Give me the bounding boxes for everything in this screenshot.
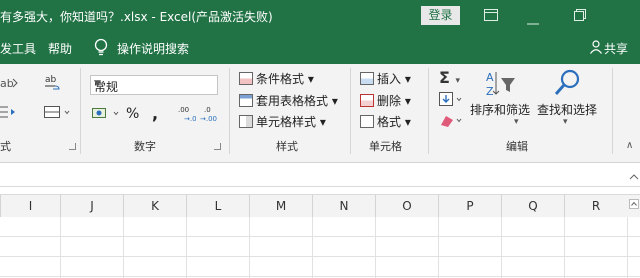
svg-text:→.0: →.0 — [184, 115, 196, 122]
tell-me-search[interactable]: 操作说明搜索 — [117, 40, 189, 57]
cell-styles-icon — [239, 115, 253, 128]
restore-icon[interactable] — [574, 9, 586, 23]
format-cells-icon — [360, 115, 374, 128]
column-header[interactable]: M — [249, 195, 312, 217]
menu-bar: 发工具 帮助 操作说明搜索 共享 — [0, 32, 640, 64]
cell-styles-button[interactable]: 单元格样式 ▾ — [239, 113, 326, 130]
column-header[interactable]: K — [123, 195, 186, 217]
format-as-table-button[interactable]: 套用表格格式 ▾ — [239, 92, 338, 109]
magnifier-icon — [553, 68, 581, 101]
column-header[interactable]: I — [0, 195, 60, 217]
svg-text:ab: ab — [45, 75, 57, 85]
increase-decimal-icon[interactable]: .00 →.0 — [178, 104, 197, 125]
column-header[interactable]: R — [564, 195, 627, 217]
format-cells-label: 格式 — [377, 115, 402, 129]
svg-text:.00: .00 — [178, 106, 189, 114]
conditional-format-icon — [239, 72, 253, 85]
clear-icon[interactable] — [439, 113, 463, 130]
window-title: 有多强大，你知道吗？.xlsx - Excel(产品激活失败) — [0, 10, 273, 24]
share-button[interactable]: 共享 — [604, 40, 628, 57]
minimize-icon[interactable] — [527, 15, 539, 27]
number-format-select[interactable]: 常规 ▼ — [90, 75, 218, 95]
cell-styles-label: 单元格样式 — [256, 115, 317, 129]
merge-center-icon[interactable] — [44, 105, 70, 122]
comma-style-button[interactable]: , — [152, 104, 158, 123]
column-headers: I J K L M N O P Q R — [0, 194, 640, 218]
formula-expand-icon[interactable] — [628, 170, 640, 186]
sort-filter-button[interactable]: 排序和筛选 — [470, 101, 530, 118]
column-header[interactable]: J — [60, 195, 123, 217]
svg-text:ab: ab — [0, 77, 14, 90]
person-icon — [590, 40, 602, 57]
ribbon: ab ab 式 常规 ▼ % , .00 →.0 .0 →.00 数字 条件格式 ▾… — [0, 64, 640, 163]
autosum-icon[interactable]: Σ ▾ — [439, 68, 460, 87]
svg-text:A: A — [486, 71, 494, 84]
chevron-down-icon: ▾ — [514, 117, 519, 127]
format-cells-button[interactable]: 格式 ▾ — [360, 113, 411, 130]
number-group-label: 数字 — [134, 140, 156, 153]
insert-cells-button[interactable]: 插入 ▾ — [360, 70, 411, 87]
format-as-table-label: 套用表格格式 — [256, 94, 329, 108]
conditional-format-button[interactable]: 条件格式 ▾ — [239, 70, 314, 87]
conditional-format-label: 条件格式 — [256, 72, 305, 86]
find-select-button[interactable]: 查找和选择 — [537, 101, 597, 118]
delete-cells-icon — [360, 94, 374, 107]
column-header[interactable]: L — [186, 195, 249, 217]
insert-cells-label: 插入 — [377, 72, 402, 86]
fill-icon[interactable] — [439, 92, 463, 109]
column-header[interactable]: Q — [501, 195, 564, 217]
scroll-up-icon[interactable] — [629, 198, 640, 214]
column-header[interactable]: P — [438, 195, 501, 217]
login-button[interactable]: 登录 — [421, 6, 460, 25]
alignment-group-label: 式 — [0, 140, 11, 153]
editing-group-label: 编辑 — [506, 140, 528, 153]
insert-cells-icon — [360, 72, 374, 85]
title-bar: 有多强大，你知道吗？.xlsx - Excel(产品激活失败) 登录 — [0, 0, 640, 32]
menu-developer-tools[interactable]: 发工具 — [0, 40, 36, 57]
orientation-icon[interactable]: ab — [0, 76, 20, 93]
accounting-format-icon[interactable] — [92, 106, 122, 123]
menu-help[interactable]: 帮助 — [48, 40, 72, 57]
column-header[interactable]: O — [375, 195, 438, 217]
chevron-down-icon: ▼ — [94, 79, 101, 89]
ribbon-display-options-icon[interactable] — [484, 9, 498, 23]
lightbulb-icon — [94, 38, 108, 59]
wrap-text-icon[interactable]: ab — [44, 74, 62, 95]
number-dialog-launcher[interactable] — [214, 143, 221, 150]
sort-filter-icon: AZ — [484, 70, 518, 101]
decrease-decimal-icon[interactable]: .0 →.00 — [200, 104, 218, 125]
format-as-table-icon — [239, 94, 253, 107]
cells-group-label: 单元格 — [369, 140, 402, 153]
indent-icon[interactable] — [0, 105, 20, 122]
percent-style-button[interactable]: % — [126, 106, 139, 122]
cell-grid[interactable] — [0, 217, 640, 278]
delete-cells-label: 删除 — [377, 94, 402, 108]
styles-group-label: 样式 — [276, 140, 298, 153]
svg-text:→.00: →.00 — [200, 115, 217, 122]
alignment-dialog-launcher[interactable] — [69, 143, 76, 150]
svg-text:.0: .0 — [204, 106, 211, 114]
column-header[interactable]: N — [312, 195, 375, 217]
formula-bar[interactable] — [0, 163, 640, 187]
collapse-ribbon-icon[interactable]: ∧ — [626, 140, 633, 151]
chevron-down-icon: ▾ — [563, 117, 568, 127]
delete-cells-button[interactable]: 删除 ▾ — [360, 92, 411, 109]
